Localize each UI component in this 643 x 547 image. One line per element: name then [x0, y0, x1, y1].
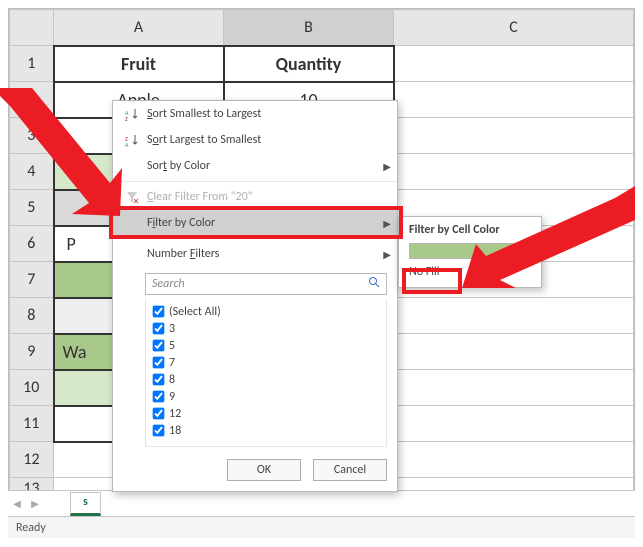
submenu-label: No Fill [409, 265, 440, 279]
row-header-11[interactable]: 11 [10, 406, 54, 442]
col-header-c[interactable]: C [394, 10, 634, 46]
sort-desc-icon: ZA [121, 133, 143, 147]
menu-buttons: OK Cancel [113, 453, 397, 491]
checkbox[interactable] [153, 323, 165, 335]
search-icon [368, 276, 380, 292]
submenu-arrow-icon: ▶ [383, 248, 391, 261]
filter-menu: AZ Sort Smallest to Largest ZA Sort Larg… [112, 100, 398, 492]
cell-a1[interactable]: Fruit [54, 46, 224, 82]
check-label: 12 [169, 407, 181, 421]
menu-sort-asc[interactable]: AZ Sort Smallest to Largest [113, 101, 397, 127]
filter-search-input[interactable]: Search [145, 273, 387, 295]
svg-text:A: A [125, 141, 129, 147]
col-header-b[interactable]: B [224, 10, 394, 46]
menu-label: Sort Smallest to Largest [143, 107, 391, 121]
filter-checklist[interactable]: (Select All) 3 5 7 8 9 12 18 [145, 299, 387, 447]
sheet-tab-strip: ◀ ▶ s [8, 491, 635, 517]
submenu-arrow-icon: ▶ [383, 217, 391, 230]
row-header-12[interactable]: 12 [10, 442, 54, 478]
menu-label: Filter by Color [143, 216, 383, 230]
check-label: 3 [169, 322, 175, 336]
window-chrome: ◀ ▶ s Ready [8, 490, 635, 538]
search-placeholder: Search [152, 277, 185, 291]
row-header-7[interactable]: 7 [10, 262, 54, 298]
checkbox[interactable] [153, 425, 165, 437]
col-header-a[interactable]: A [54, 10, 224, 46]
menu-separator [113, 238, 397, 239]
menu-label: Sort Largest to Smallest [143, 133, 391, 147]
menu-sort-color[interactable]: Sort by Color ▶ [113, 153, 397, 179]
menu-label: Clear Filter From "20" [143, 190, 391, 204]
menu-label: Sort by Color [143, 159, 383, 173]
cancel-button[interactable]: Cancel [313, 459, 387, 481]
row-header-3[interactable]: 3 [10, 118, 54, 154]
row-header-2[interactable]: 2 [10, 82, 54, 118]
check-item[interactable]: 8 [152, 371, 380, 388]
filter-color-submenu: Filter by Cell Color No Fill [398, 216, 542, 288]
submenu-title: Filter by Cell Color [399, 217, 541, 241]
menu-filter-color[interactable]: Filter by Color ▶ [113, 210, 397, 236]
checkbox[interactable] [153, 357, 165, 369]
cell-c10[interactable] [394, 370, 634, 406]
cell-c9[interactable] [394, 334, 634, 370]
check-label: 8 [169, 373, 175, 387]
cell-b1[interactable]: Quantity [224, 46, 394, 82]
check-item[interactable]: 12 [152, 405, 380, 422]
check-label: 9 [169, 390, 175, 404]
row-header-6[interactable]: 6 [10, 226, 54, 262]
check-item[interactable]: 9 [152, 388, 380, 405]
check-label: 18 [169, 424, 181, 438]
sheet-tab[interactable]: s [70, 492, 101, 516]
svg-text:Z: Z [125, 115, 128, 121]
cell-c3[interactable] [394, 118, 634, 154]
tab-nav-prev[interactable]: ◀ [8, 497, 26, 510]
row-header-10[interactable]: 10 [10, 370, 54, 406]
row-header-8[interactable]: 8 [10, 298, 54, 334]
color-swatch-green[interactable] [409, 243, 531, 259]
checkbox[interactable] [153, 306, 165, 318]
row-header-5[interactable]: 5 [10, 190, 54, 226]
submenu-no-fill[interactable]: No Fill [399, 261, 541, 283]
checkbox[interactable] [153, 374, 165, 386]
checkbox[interactable] [153, 391, 165, 403]
menu-label: Number Filters [143, 247, 383, 261]
clear-filter-icon [121, 190, 143, 204]
check-item[interactable]: 5 [152, 337, 380, 354]
submenu-arrow-icon: ▶ [383, 160, 391, 173]
select-all-corner[interactable] [10, 10, 54, 46]
cell-c11[interactable] [394, 406, 634, 442]
check-label: 7 [169, 356, 175, 370]
cell-c1[interactable] [394, 46, 634, 82]
ok-button[interactable]: OK [227, 459, 301, 481]
status-text: Ready [16, 521, 46, 535]
check-item[interactable]: 18 [152, 422, 380, 439]
checkbox[interactable] [153, 408, 165, 420]
checkbox[interactable] [153, 340, 165, 352]
row-header-9[interactable]: 9 [10, 334, 54, 370]
cell-c12[interactable] [394, 442, 634, 478]
check-label: 5 [169, 339, 175, 353]
check-item[interactable]: 7 [152, 354, 380, 371]
menu-number-filters[interactable]: Number Filters ▶ [113, 241, 397, 267]
sort-asc-icon: AZ [121, 107, 143, 121]
row-header-4[interactable]: 4 [10, 154, 54, 190]
row-header-1[interactable]: 1 [10, 46, 54, 82]
menu-separator [113, 181, 397, 182]
tab-nav-next[interactable]: ▶ [26, 497, 44, 510]
check-label: (Select All) [169, 305, 221, 319]
menu-sort-desc[interactable]: ZA Sort Largest to Smallest [113, 127, 397, 153]
cell-c2[interactable] [394, 82, 634, 118]
menu-clear-filter: Clear Filter From "20" [113, 184, 397, 210]
status-bar: Ready [8, 517, 635, 539]
check-item[interactable]: 3 [152, 320, 380, 337]
cell-c8[interactable] [394, 298, 634, 334]
cell-c4[interactable] [394, 154, 634, 190]
check-select-all[interactable]: (Select All) [152, 303, 380, 320]
